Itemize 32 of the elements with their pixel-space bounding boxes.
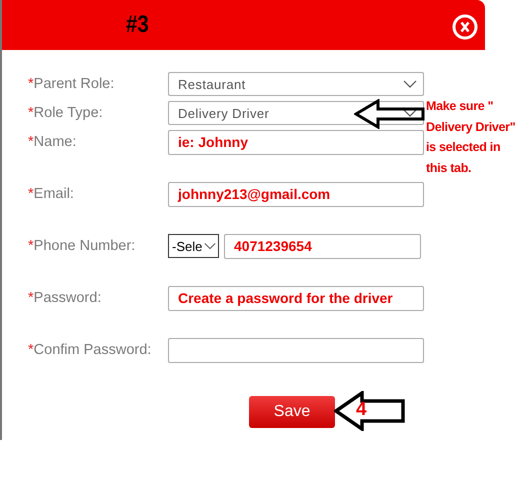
field-label: Phone Number: [34,238,136,254]
input-field[interactable]: ie: Johnny [168,130,424,154]
required-mark: * [28,186,34,202]
chevron-icon [403,80,417,88]
country-code-select[interactable]: -Sele [168,234,219,258]
field-label: Password: [34,290,102,306]
select-field[interactable]: Restaurant [168,72,424,96]
step-number: 4 [356,399,367,421]
field-label: Confim Password: [34,342,152,358]
phone-field[interactable]: 4071239654 [224,234,421,258]
required-mark: * [28,290,34,306]
field-label: Parent Role: [34,76,114,92]
input-field[interactable]: Create a password for the driver [168,286,424,310]
field-label: Email: [34,186,74,202]
chevron-icon [204,242,216,250]
required-mark: * [28,238,34,254]
chevron-icon [403,109,417,117]
field-label: Role Type: [34,105,103,121]
dialog-title: #3 [126,11,149,39]
input-field[interactable] [168,338,424,362]
select-field[interactable]: Delivery Driver [168,101,424,125]
required-mark: * [28,342,34,358]
required-mark: * [28,105,34,121]
arrow-icon [334,391,406,431]
input-field[interactable]: johnny213@gmail.com [168,182,424,206]
close-icon[interactable] [452,14,478,40]
annotation-note: Make sure " Delivery Driver" is selected in this tab. [426,98,516,176]
arrow-icon [354,99,426,129]
required-mark: * [28,134,34,150]
save-button[interactable]: Save [249,396,335,428]
required-mark: * [28,76,34,92]
field-label: Name: [34,134,76,150]
